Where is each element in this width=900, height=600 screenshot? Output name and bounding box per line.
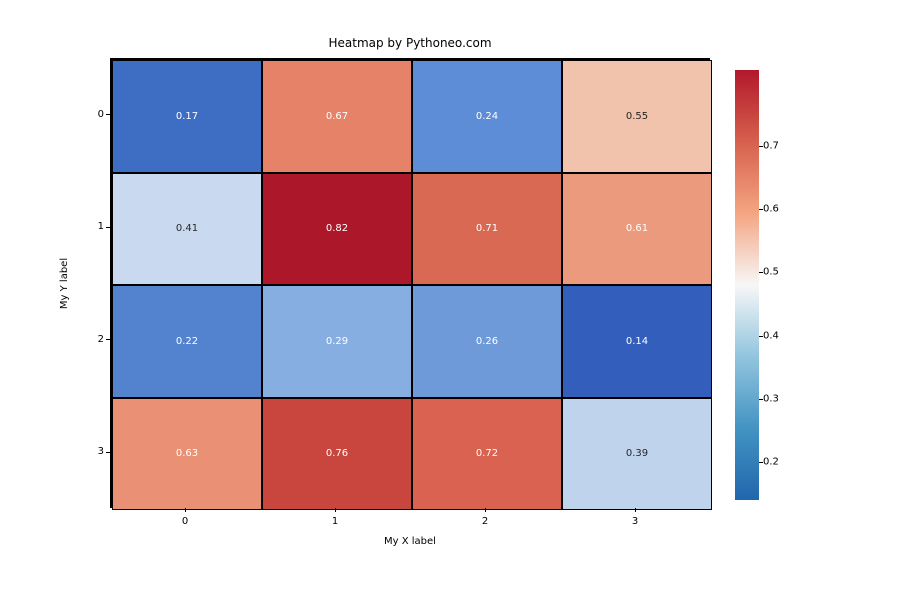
heatmap-cell: 0.55 — [562, 60, 712, 173]
x-tick-mark — [185, 508, 186, 512]
colorbar-tick-mark — [759, 399, 763, 400]
y-tick-label: 0 — [86, 58, 104, 171]
x-tick-label: 2 — [410, 516, 560, 527]
y-axis-label: My Y label — [58, 58, 72, 508]
heatmap-cell: 0.22 — [112, 285, 262, 398]
heatmap-cell: 0.39 — [562, 398, 712, 511]
heatmap-cell: 0.82 — [262, 173, 412, 286]
y-tick-mark — [106, 339, 110, 340]
colorbar-tick-label: 0.4 — [763, 330, 779, 341]
heatmap-cell: 0.72 — [412, 398, 562, 511]
x-axis-label: My X label — [110, 536, 710, 547]
x-tick-mark — [335, 508, 336, 512]
heatmap-cell: 0.67 — [262, 60, 412, 173]
colorbar-tick-mark — [759, 146, 763, 147]
y-tick-mark — [106, 114, 110, 115]
heatmap-cell: 0.71 — [412, 173, 562, 286]
y-tick-label: 1 — [86, 171, 104, 284]
y-tick-mark — [106, 227, 110, 228]
heatmap-grid: 0.170.670.240.55 0.410.820.710.61 0.220.29… — [110, 58, 710, 508]
colorbar-tick-mark — [759, 462, 763, 463]
colorbar: 0.20.30.40.50.60.7 — [735, 70, 759, 500]
colorbar-tick-label: 0.5 — [763, 267, 779, 278]
heatmap-cell: 0.63 — [112, 398, 262, 511]
x-tick-label: 0 — [110, 516, 260, 527]
heatmap-cell: 0.29 — [262, 285, 412, 398]
heatmap-cell: 0.14 — [562, 285, 712, 398]
colorbar-tick-label: 0.2 — [763, 457, 779, 468]
y-tick-label: 2 — [86, 283, 104, 396]
colorbar-tick-mark — [759, 209, 763, 210]
x-tick-label: 3 — [560, 516, 710, 527]
heatmap-cell: 0.26 — [412, 285, 562, 398]
heatmap-cell: 0.17 — [112, 60, 262, 173]
heatmap-cell: 0.41 — [112, 173, 262, 286]
heatmap-cell: 0.61 — [562, 173, 712, 286]
x-tick-label: 1 — [260, 516, 410, 527]
y-tick-label: 3 — [86, 396, 104, 509]
x-tick-mark — [635, 508, 636, 512]
colorbar-gradient — [735, 70, 759, 500]
chart-area: 0.170.670.240.55 0.410.820.710.61 0.220.29… — [110, 58, 710, 548]
chart-title: Heatmap by Pythoneo.com — [110, 36, 710, 50]
x-tick-mark — [485, 508, 486, 512]
colorbar-tick-label: 0.6 — [763, 204, 779, 215]
heatmap-cell: 0.76 — [262, 398, 412, 511]
colorbar-tick-label: 0.3 — [763, 393, 779, 404]
colorbar-tick-label: 0.7 — [763, 140, 779, 151]
colorbar-tick-mark — [759, 272, 763, 273]
colorbar-tick-mark — [759, 336, 763, 337]
heatmap-cell: 0.24 — [412, 60, 562, 173]
y-tick-mark — [106, 452, 110, 453]
